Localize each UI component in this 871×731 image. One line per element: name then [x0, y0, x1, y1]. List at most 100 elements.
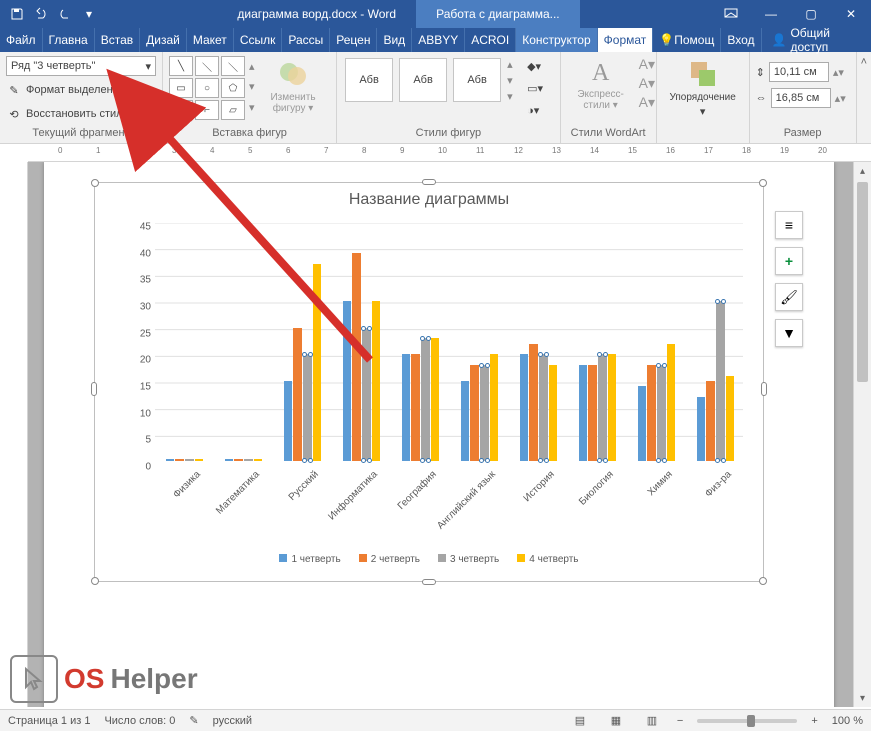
bar[interactable]	[549, 365, 558, 461]
chart-filter-button[interactable]: ▼	[775, 319, 803, 347]
tab-chart-format[interactable]: Формат	[598, 28, 654, 52]
tab-help[interactable]: 💡 Помощ	[653, 28, 721, 52]
bar[interactable]	[303, 354, 312, 461]
reset-style-button[interactable]: ⟲Восстановить стиль	[6, 104, 128, 124]
bar[interactable]	[529, 344, 538, 461]
bar[interactable]	[539, 354, 548, 461]
bar[interactable]	[638, 386, 647, 461]
text-effects-button[interactable]: A▾	[639, 94, 655, 111]
bar[interactable]	[343, 301, 352, 461]
signin-link[interactable]: Вход	[721, 28, 761, 52]
bar[interactable]	[657, 365, 666, 461]
bar[interactable]	[254, 459, 263, 461]
scroll-up-icon[interactable]: ▴	[854, 162, 871, 180]
chart-legend[interactable]: 1 четверть 2 четверть 3 четверть 4 четверть	[95, 554, 763, 565]
bar[interactable]	[195, 459, 204, 461]
minimize-button[interactable]: —	[751, 0, 791, 28]
bar[interactable]	[579, 365, 588, 461]
bar[interactable]	[362, 328, 371, 461]
bar[interactable]	[313, 264, 322, 461]
bar[interactable]	[284, 381, 293, 461]
bar[interactable]	[470, 365, 479, 461]
vertical-ruler[interactable]	[0, 162, 28, 707]
qat-more-icon[interactable]: ▾	[78, 3, 100, 25]
bar[interactable]	[185, 459, 194, 461]
zoom-out-button[interactable]: −	[677, 715, 683, 727]
tab-file[interactable]: Файл	[0, 28, 43, 52]
scroll-down-icon[interactable]: ▾	[854, 689, 871, 707]
bar[interactable]	[480, 365, 489, 461]
chart-styles-button[interactable]: ≡	[775, 211, 803, 239]
chart-plot-area[interactable]: 051015202530354045	[155, 223, 743, 461]
horizontal-ruler[interactable]: 01234567891011121314151617181920	[28, 144, 871, 162]
bar[interactable]	[608, 354, 617, 461]
legend-item[interactable]: 3 четверть	[438, 554, 499, 565]
vertical-scrollbar[interactable]: ▴ ▾	[853, 162, 871, 707]
zoom-level[interactable]: 100 %	[832, 715, 863, 727]
zoom-in-button[interactable]: +	[811, 715, 817, 727]
close-button[interactable]: ✕	[831, 0, 871, 28]
tab-layout[interactable]: Макет	[187, 28, 234, 52]
bar[interactable]	[166, 459, 175, 461]
bar[interactable]	[598, 354, 607, 461]
bar[interactable]	[667, 344, 676, 461]
bar[interactable]	[421, 338, 430, 461]
shape-styles-gallery[interactable]: Абв Абв Абв	[343, 56, 503, 104]
bar[interactable]	[244, 459, 253, 461]
shape-width-input[interactable]: 16,85 см	[771, 88, 831, 108]
text-fill-button[interactable]: A▾	[639, 56, 655, 73]
undo-icon[interactable]	[30, 3, 52, 25]
bar[interactable]	[293, 328, 302, 461]
proofing-icon[interactable]: ✎	[189, 714, 198, 727]
bar[interactable]	[352, 253, 361, 461]
shape-fill-button[interactable]: ◆▾	[527, 56, 543, 76]
read-mode-icon[interactable]: ▤	[569, 712, 591, 730]
zoom-slider[interactable]	[697, 719, 797, 723]
tab-references[interactable]: Ссылк	[234, 28, 283, 52]
tab-home[interactable]: Главна	[43, 28, 95, 52]
save-icon[interactable]	[6, 3, 28, 25]
wordart-styles-button[interactable]: A Экспресс-стили ▾	[573, 58, 629, 111]
chart-object[interactable]: Название диаграммы 051015202530354045 Фи…	[94, 182, 764, 582]
bar[interactable]	[647, 365, 656, 461]
legend-item[interactable]: 4 четверть	[517, 554, 578, 565]
web-layout-icon[interactable]: ▥	[641, 712, 663, 730]
share-button[interactable]: 👤Общий доступ	[762, 28, 871, 52]
text-outline-button[interactable]: A▾	[639, 75, 655, 92]
chart-add-element-button[interactable]: +	[775, 247, 803, 275]
chart-format-button[interactable]: 🖌	[775, 283, 803, 311]
legend-item[interactable]: 1 четверть	[279, 554, 340, 565]
legend-item[interactable]: 2 четверть	[359, 554, 420, 565]
bar[interactable]	[520, 354, 529, 461]
tab-insert[interactable]: Встав	[95, 28, 140, 52]
bar[interactable]	[411, 354, 420, 461]
styles-down-icon[interactable]: ▾	[507, 74, 519, 87]
tab-chart-design[interactable]: Конструктор	[516, 28, 597, 52]
shape-effects-button[interactable]: ◑▾	[527, 100, 543, 120]
language-indicator[interactable]: русский	[213, 715, 252, 727]
arrange-button[interactable]: Упорядочение▾	[675, 56, 731, 118]
word-count[interactable]: Число слов: 0	[104, 715, 175, 727]
bar[interactable]	[716, 301, 725, 461]
tab-review[interactable]: Рецен	[330, 28, 377, 52]
tab-design[interactable]: Дизай	[140, 28, 187, 52]
print-layout-icon[interactable]: ▦	[605, 712, 627, 730]
bar[interactable]	[234, 459, 243, 461]
tab-view[interactable]: Вид	[377, 28, 412, 52]
format-selection-button[interactable]: ✎Формат выделенного	[6, 80, 135, 100]
chart-title[interactable]: Название диаграммы	[95, 183, 763, 217]
tab-mailings[interactable]: Рассы	[282, 28, 330, 52]
styles-more-icon[interactable]: ▾	[507, 90, 519, 103]
bar[interactable]	[225, 459, 234, 461]
bar[interactable]	[490, 354, 499, 461]
gallery-up-icon[interactable]: ▴	[249, 60, 261, 73]
collapse-ribbon-icon[interactable]: ˄	[861, 56, 867, 68]
bar[interactable]	[726, 376, 735, 461]
change-shape-button[interactable]: Изменить фигуру ▾	[265, 56, 321, 114]
shape-height-input[interactable]: 10,11 см	[769, 62, 829, 82]
bar[interactable]	[372, 301, 381, 461]
chart-element-selector[interactable]: Ряд "3 четверть"▾	[6, 56, 156, 76]
page-indicator[interactable]: Страница 1 из 1	[8, 715, 90, 727]
tab-abbyy[interactable]: ABBYY	[412, 28, 465, 52]
gallery-down-icon[interactable]: ▾	[249, 80, 261, 93]
